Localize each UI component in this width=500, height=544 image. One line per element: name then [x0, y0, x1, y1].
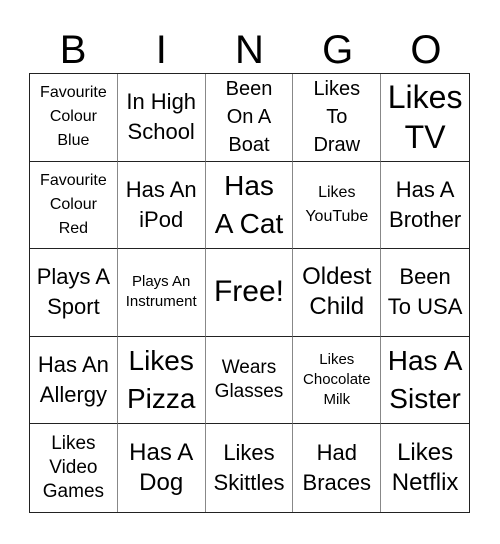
- bingo-cell[interactable]: Has A Dog: [118, 424, 206, 512]
- bingo-header: B I N G O: [29, 28, 470, 73]
- cell-text: Plays A Sport: [36, 264, 111, 320]
- cell-text: Been To USA: [387, 264, 463, 320]
- cell-text: Has A Dog: [129, 439, 194, 497]
- bingo-cell[interactable]: Has A Cat: [205, 161, 294, 250]
- header-letter-n: N: [235, 28, 264, 72]
- cell-text: Likes To Draw: [313, 78, 361, 157]
- cell-text: Likes Netflix: [391, 439, 459, 497]
- bingo-cell[interactable]: Likes YouTube: [293, 161, 382, 250]
- cell-text: Likes YouTube: [305, 183, 369, 225]
- bingo-cell[interactable]: In High School: [117, 74, 206, 162]
- cell-text: Favourite Colour Red: [40, 171, 107, 237]
- bingo-cell[interactable]: Favourite Colour Blue: [30, 74, 118, 162]
- cell-text: Plays An Instrument: [125, 273, 197, 311]
- cell-text: Oldest Child: [302, 263, 372, 321]
- bingo-cell[interactable]: Wears Glasses: [205, 336, 294, 425]
- bingo-cell[interactable]: Likes TV: [381, 74, 469, 162]
- cell-text: Had Braces: [302, 440, 372, 496]
- bingo-cell[interactable]: Has A Sister: [381, 337, 469, 425]
- bingo-cell[interactable]: Has A Brother: [381, 162, 469, 250]
- bingo-cell[interactable]: Likes Skittles: [206, 424, 294, 512]
- cell-text: Likes Chocolate Milk: [303, 351, 371, 409]
- bingo-cell[interactable]: Oldest Child: [293, 249, 382, 337]
- cell-text: Has An Allergy: [37, 352, 109, 408]
- header-letter-b: B: [59, 28, 87, 72]
- cell-text: Has A Brother: [389, 176, 462, 232]
- bingo-cell[interactable]: Favourite Colour Red: [30, 161, 118, 250]
- bingo-board: Favourite Colour Blue In High School Bee…: [29, 73, 470, 513]
- cell-text: Likes Pizza: [126, 345, 196, 415]
- bingo-cell[interactable]: Likes Pizza: [117, 336, 206, 425]
- bingo-cell[interactable]: Has An Allergy: [30, 336, 118, 425]
- cell-text: Likes Skittles: [213, 440, 285, 496]
- cell-text: Favourite Colour Blue: [40, 84, 107, 150]
- cell-text: Has A Sister: [387, 345, 463, 415]
- bingo-cell[interactable]: Likes Video Games: [30, 424, 118, 512]
- cell-text: Likes TV: [387, 79, 463, 156]
- bingo-cell[interactable]: Likes Chocolate Milk: [293, 336, 382, 425]
- header-letter-o: O: [410, 28, 442, 72]
- cell-text: Has An iPod: [125, 176, 197, 232]
- header-letter-i: I: [155, 28, 167, 72]
- bingo-cell[interactable]: Likes To Draw: [293, 74, 382, 162]
- cell-text: Has A Cat: [214, 169, 284, 239]
- bingo-cell[interactable]: Plays A Sport: [30, 249, 118, 337]
- bingo-cell[interactable]: Has An iPod: [117, 161, 206, 250]
- bingo-cell[interactable]: Been To USA: [381, 249, 469, 337]
- header-letter-g: G: [322, 28, 354, 72]
- bingo-cell[interactable]: Been On A Boat: [205, 74, 294, 162]
- cell-text: Been On A Boat: [225, 78, 273, 157]
- cell-text: Likes Video Games: [42, 433, 105, 503]
- bingo-cell[interactable]: Likes Netflix: [381, 424, 469, 512]
- bingo-cell[interactable]: Plays An Instrument: [117, 249, 206, 337]
- bingo-cell[interactable]: Had Braces: [293, 424, 382, 512]
- cell-text: Free!: [213, 275, 284, 309]
- bingo-free-space: Free!: [205, 249, 294, 337]
- cell-text: Wears Glasses: [214, 357, 284, 403]
- cell-text: In High School: [126, 89, 197, 145]
